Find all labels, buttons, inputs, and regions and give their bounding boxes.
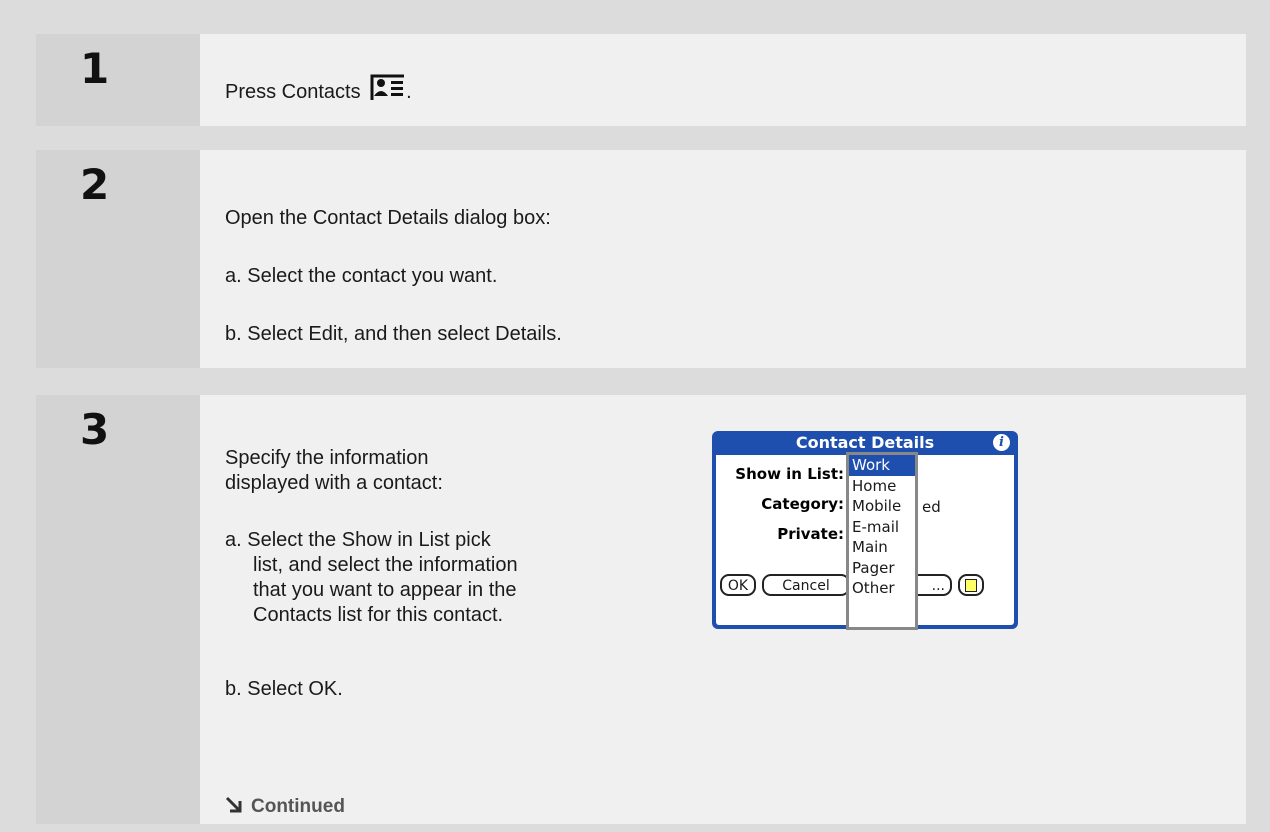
note-button[interactable]	[958, 574, 984, 596]
step-2-item-a: a. Select the contact you want.	[225, 265, 498, 287]
period: .	[406, 81, 412, 103]
contact-details-dialog: Contact Details i Show in List: Category…	[712, 431, 1018, 630]
ok-button[interactable]: OK	[720, 574, 756, 596]
step-2-item-b: b. Select Edit, and then select Details.	[225, 323, 562, 345]
info-icon[interactable]: i	[993, 434, 1010, 451]
show-in-list-popup[interactable]: Work Home Mobile E-mail Main Pager Other	[846, 452, 918, 630]
contacts-icon	[370, 74, 406, 106]
step-3-item-b: b. Select OK.	[225, 678, 343, 700]
continued-link[interactable]: Continued	[225, 796, 345, 818]
step-3: 3 Specify the information displayed with…	[36, 395, 1246, 824]
step-3-item-a-line-2: list, and select the information	[253, 554, 518, 576]
category-value-partial[interactable]: ed	[922, 498, 941, 516]
step-2-intro: Open the Contact Details dialog box:	[225, 207, 551, 229]
step-content: Open the Contact Details dialog box: a. …	[200, 150, 1246, 368]
step-3-item-a-line-1: a. Select the Show in List pick	[225, 529, 491, 551]
step-number: 2	[36, 150, 200, 368]
category-label: Category:	[761, 495, 844, 513]
step-1: 1 Press Contacts .	[36, 34, 1246, 126]
option-email[interactable]: E-mail	[849, 517, 915, 538]
option-main[interactable]: Main	[849, 537, 915, 558]
option-work[interactable]: Work	[849, 455, 915, 476]
step-3-intro-line-1: Specify the information	[225, 447, 429, 469]
show-in-list-label: Show in List:	[735, 465, 844, 483]
step-content: Specify the information displayed with a…	[200, 395, 1246, 824]
option-mobile[interactable]: Mobile	[849, 496, 915, 517]
private-label: Private:	[777, 525, 844, 543]
step-content: Press Contacts .	[200, 34, 1246, 126]
step-3-item-a-line-3: that you want to appear in the	[253, 579, 517, 601]
cancel-button[interactable]: Cancel	[762, 574, 850, 596]
option-other[interactable]: Other	[849, 578, 915, 599]
step-2: 2 Open the Contact Details dialog box: a…	[36, 150, 1246, 368]
continued-label: Continued	[251, 796, 345, 817]
step-3-item-a-line-4: Contacts list for this contact.	[253, 604, 504, 626]
press-contacts-text: Press Contacts	[225, 81, 361, 103]
step-number: 3	[36, 395, 200, 824]
step-number: 1	[36, 34, 200, 126]
dialog-body: Show in List: Category: ed Private: OK C…	[716, 452, 1014, 630]
note-icon	[965, 579, 977, 592]
option-home[interactable]: Home	[849, 476, 915, 497]
step-3-intro-line-2: displayed with a contact:	[225, 472, 443, 494]
option-pager[interactable]: Pager	[849, 558, 915, 579]
step-1-text: Press Contacts .	[225, 74, 412, 106]
arrow-down-right-icon	[225, 796, 242, 813]
